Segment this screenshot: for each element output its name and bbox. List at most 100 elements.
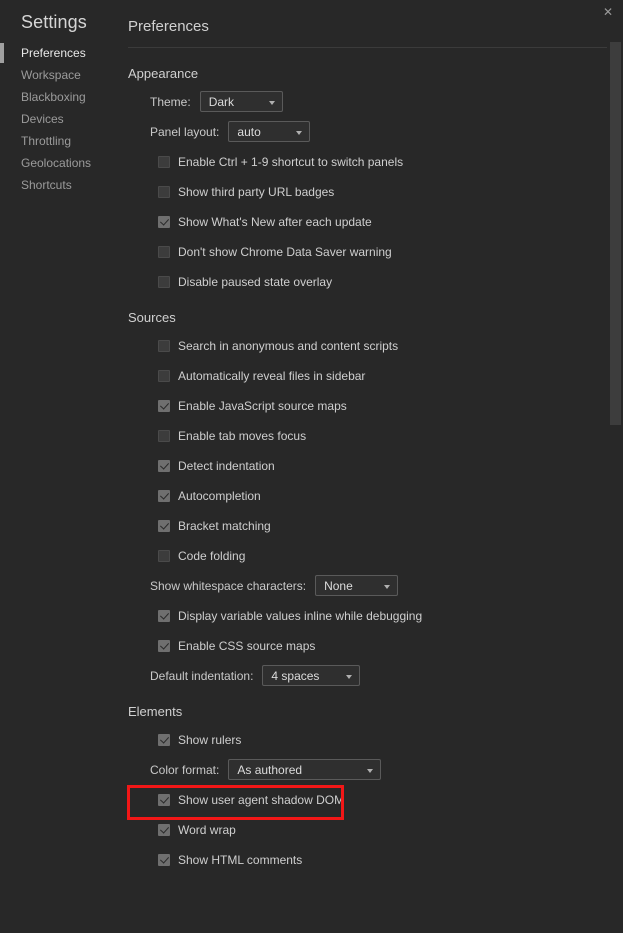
checkbox-row-don-t-show-chrome-data-saver-warning[interactable]: Don't show Chrome Data Saver warning: [128, 241, 623, 262]
sidebar-item-geolocations[interactable]: Geolocations: [0, 152, 110, 174]
checked-checkbox-icon[interactable]: [158, 609, 170, 622]
settings-content: Appearance Theme: Dark Panel layout: auto Ena…: [118, 66, 623, 870]
checkbox-row-autocompletion[interactable]: Autocompletion: [128, 485, 623, 506]
checked-checkbox-icon[interactable]: [158, 793, 170, 806]
select-row-theme: Theme: Dark: [128, 91, 623, 112]
sidebar-item-preferences[interactable]: Preferences: [0, 42, 110, 64]
checkbox-label[interactable]: Display variable values inline while deb…: [178, 609, 422, 623]
sidebar-item-shortcuts[interactable]: Shortcuts: [0, 174, 110, 196]
checkbox-row-bracket-matching[interactable]: Bracket matching: [128, 515, 623, 536]
settings-dialog: ✕ Settings Preferences Workspace Blackboxi…: [0, 0, 623, 933]
select-value: auto: [237, 124, 261, 139]
checkbox-row-show-rulers[interactable]: Show rulers: [128, 729, 623, 750]
checkbox-label[interactable]: Enable tab moves focus: [178, 429, 306, 443]
sidebar-item-devices[interactable]: Devices: [0, 108, 110, 130]
checkbox-label[interactable]: Autocompletion: [178, 489, 261, 503]
header-divider: [128, 47, 607, 48]
checked-checkbox-icon[interactable]: [158, 519, 170, 532]
section-title-appearance: Appearance: [128, 66, 199, 81]
unchecked-checkbox-icon[interactable]: [158, 339, 170, 352]
checkbox-label[interactable]: Don't show Chrome Data Saver warning: [178, 245, 392, 259]
unchecked-checkbox-icon[interactable]: [158, 155, 170, 168]
checkbox-label[interactable]: Code folding: [178, 549, 245, 563]
select-value: Dark: [208, 94, 235, 109]
checked-checkbox-icon[interactable]: [158, 733, 170, 746]
scrollbar-thumb[interactable]: [610, 42, 621, 425]
checkbox-label[interactable]: Enable Ctrl + 1-9 shortcut to switch pan…: [178, 155, 403, 169]
sidebar-item-list: Preferences Workspace Blackboxing Devices Th…: [0, 42, 110, 196]
sidebar-item-throttling[interactable]: Throttling: [0, 130, 110, 152]
checkbox-row-display-variable-values-inline-while-debugging[interactable]: Display variable values inline while deb…: [128, 605, 623, 626]
checkbox-label[interactable]: Show rulers: [178, 733, 241, 747]
sidebar-item-blackboxing[interactable]: Blackboxing: [0, 86, 110, 108]
checkbox-row-show-user-agent-shadow-dom[interactable]: Show user agent shadow DOM: [127, 785, 623, 820]
select-value: 4 spaces: [271, 668, 320, 683]
checkbox-row-enable-tab-moves-focus[interactable]: Enable tab moves focus: [128, 425, 623, 446]
section-title-elements: Elements: [128, 704, 183, 719]
field-label: Show whitespace characters:: [150, 578, 307, 593]
section-title-sources: Sources: [128, 310, 176, 325]
checkbox-label[interactable]: Search in anonymous and content scripts: [178, 339, 398, 353]
unchecked-checkbox-icon[interactable]: [158, 185, 170, 198]
checkbox-row-enable-css-source-maps[interactable]: Enable CSS source maps: [128, 635, 623, 656]
checkbox-label[interactable]: Show HTML comments: [178, 853, 302, 867]
checked-checkbox-icon[interactable]: [158, 853, 170, 866]
checked-checkbox-icon[interactable]: [158, 823, 170, 836]
checkbox-label[interactable]: Automatically reveal files in sidebar: [178, 369, 365, 383]
checked-checkbox-icon[interactable]: [158, 399, 170, 412]
select-color-format[interactable]: As authored: [228, 759, 382, 780]
checkbox-label[interactable]: Enable CSS source maps: [178, 639, 315, 653]
field-label: Panel layout:: [150, 124, 220, 139]
select-row-show-whitespace-characters: Show whitespace characters: None: [128, 575, 623, 596]
scrollbar-track[interactable]: [608, 0, 623, 933]
select-row-default-indentation: Default indentation: 4 spaces: [128, 665, 623, 686]
checkbox-label[interactable]: Word wrap: [178, 823, 236, 837]
field-label: Color format:: [150, 762, 220, 777]
sidebar-item-workspace[interactable]: Workspace: [0, 64, 110, 86]
unchecked-checkbox-icon[interactable]: [158, 245, 170, 258]
unchecked-checkbox-icon[interactable]: [158, 549, 170, 562]
checkbox-row-show-third-party-url-badges[interactable]: Show third party URL badges: [128, 181, 623, 202]
field-label: Default indentation:: [150, 668, 254, 683]
checkbox-row-enable-ctrl-1-9-shortcut-to-switch-panels[interactable]: Enable Ctrl + 1-9 shortcut to switch pan…: [128, 151, 623, 172]
chevron-down-icon: [367, 768, 374, 773]
chevron-down-icon: [346, 674, 353, 679]
select-default-indentation[interactable]: 4 spaces: [262, 665, 361, 686]
settings-sidebar: Settings Preferences Workspace Blackboxing…: [0, 0, 110, 933]
unchecked-checkbox-icon[interactable]: [158, 429, 170, 442]
checkbox-label[interactable]: Show user agent shadow DOM: [178, 793, 344, 807]
unchecked-checkbox-icon[interactable]: [158, 369, 170, 382]
checkbox-label[interactable]: Show third party URL badges: [178, 185, 334, 199]
checked-checkbox-icon[interactable]: [158, 489, 170, 502]
sidebar-title: Settings: [21, 12, 87, 32]
checkbox-row-automatically-reveal-files-in-sidebar[interactable]: Automatically reveal files in sidebar: [128, 365, 623, 386]
checkbox-row-show-what-s-new-after-each-update[interactable]: Show What's New after each update: [128, 211, 623, 232]
checked-checkbox-icon[interactable]: [158, 215, 170, 228]
checkbox-label[interactable]: Bracket matching: [178, 519, 271, 533]
checkbox-row-code-folding[interactable]: Code folding: [128, 545, 623, 566]
checkbox-label[interactable]: Disable paused state overlay: [178, 275, 332, 289]
checkbox-label[interactable]: Detect indentation: [178, 459, 275, 473]
field-label: Theme:: [150, 94, 191, 109]
close-icon[interactable]: ✕: [600, 5, 616, 21]
select-show-whitespace-characters[interactable]: None: [315, 575, 399, 596]
chevron-down-icon: [384, 584, 391, 589]
checkbox-row-word-wrap[interactable]: Word wrap: [128, 819, 623, 840]
checkbox-row-search-in-anonymous-and-content-scripts[interactable]: Search in anonymous and content scripts: [128, 335, 623, 356]
select-row-color-format: Color format: As authored: [128, 759, 623, 780]
checked-checkbox-icon[interactable]: [158, 639, 170, 652]
checkbox-row-enable-javascript-source-maps[interactable]: Enable JavaScript source maps: [128, 395, 623, 416]
page-title: Preferences: [128, 18, 209, 35]
unchecked-checkbox-icon[interactable]: [158, 275, 170, 288]
checkbox-row-disable-paused-state-overlay[interactable]: Disable paused state overlay: [128, 271, 623, 292]
checkbox-row-detect-indentation[interactable]: Detect indentation: [128, 455, 623, 476]
checked-checkbox-icon[interactable]: [158, 459, 170, 472]
checkbox-label[interactable]: Enable JavaScript source maps: [178, 399, 347, 413]
select-panel-layout[interactable]: auto: [228, 121, 311, 142]
checkbox-label[interactable]: Show What's New after each update: [178, 215, 372, 229]
select-theme[interactable]: Dark: [199, 91, 283, 112]
select-value: As authored: [237, 762, 303, 777]
settings-main: Preferences Appearance Theme: Dark Panel la…: [110, 0, 623, 933]
checkbox-row-show-html-comments[interactable]: Show HTML comments: [128, 849, 623, 870]
select-row-panel-layout: Panel layout: auto: [128, 121, 623, 142]
